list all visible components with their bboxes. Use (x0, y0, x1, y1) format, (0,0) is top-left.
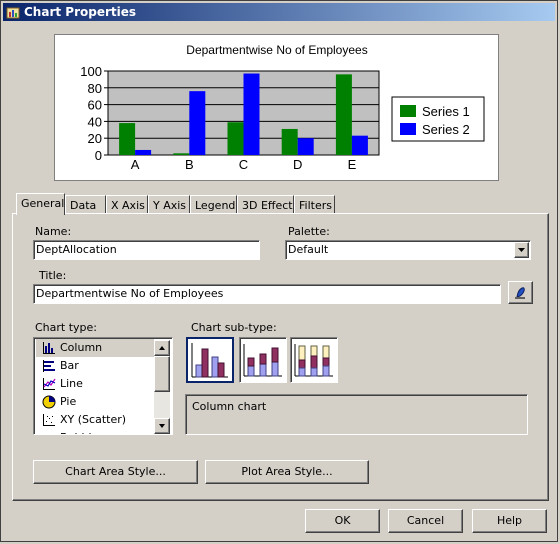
chart-type-list[interactable]: Column Bar Line Pie XY (Scatter) Bubble (33, 337, 173, 435)
chart-type-pie[interactable]: Pie (36, 393, 154, 411)
y-tick-label: 0 (95, 148, 102, 163)
scroll-up-button[interactable] (154, 340, 170, 356)
stacked-column-icon (243, 344, 282, 377)
bar-series-1-d (281, 128, 298, 155)
subtype-stacked-column[interactable] (239, 337, 287, 383)
scatter-chart-icon (43, 414, 55, 426)
chart-type-label-text: Bar (60, 359, 79, 372)
name-input[interactable]: DeptAllocation (33, 240, 260, 260)
chart-subtype-label: Chart sub-type: (191, 321, 277, 334)
chart-type-label-text: XY (Scatter) (60, 413, 127, 426)
chart-area-style-button[interactable]: Chart Area Style... (33, 460, 198, 484)
ok-button[interactable]: OK (305, 509, 380, 533)
chart-type-xy-scatter[interactable]: XY (Scatter) (36, 411, 154, 429)
legend-label-series-2: Series 2 (422, 122, 470, 137)
tab-data[interactable]: Data (65, 195, 106, 215)
tab-general[interactable]: General (16, 193, 65, 215)
legend-swatch-series-1 (400, 105, 416, 117)
bar-series-1-e (335, 74, 352, 155)
chart-title: Departmentwise No of Employees (186, 43, 367, 57)
tab-filters[interactable]: Filters (294, 195, 335, 215)
subtype-percent-stacked-column[interactable] (290, 337, 338, 383)
chart-type-scrollbar[interactable] (154, 340, 170, 434)
x-tick-label: B (185, 157, 194, 172)
title-input[interactable]: Departmentwise No of Employees (33, 284, 501, 304)
bar-series-2-a (135, 149, 152, 155)
line-chart-icon (43, 378, 56, 390)
title-bar: Chart Properties (3, 3, 555, 21)
subtype-clustered-column[interactable] (186, 337, 234, 383)
chevron-down-icon[interactable] (514, 242, 529, 258)
subtype-description-box: Column chart (185, 394, 528, 435)
chart-properties-icon (6, 7, 20, 19)
legend-swatch-series-2 (400, 123, 416, 135)
font-style-icon (515, 287, 525, 299)
column-chart-icon (43, 342, 55, 354)
window-title: Chart Properties (24, 5, 137, 19)
chart-preview-canvas: Departmentwise No of Employees 0 20 4060 80 1… (80, 43, 485, 172)
y-tick-label: 40 (88, 114, 102, 129)
bar-series-1-b (173, 153, 190, 155)
clustered-column-icon (191, 343, 228, 378)
tab-y-axis[interactable]: Y Axis (148, 195, 190, 215)
bar-series-1-c (227, 122, 244, 155)
chart-properties-dialog: Chart Properties Departmentwise No of Em… (0, 0, 558, 542)
percent-stacked-column-icon (294, 344, 333, 377)
bar-series-1-a (119, 123, 136, 155)
y-tick-label: 100 (80, 64, 102, 79)
cancel-button[interactable]: Cancel (388, 509, 463, 533)
tab-x-axis[interactable]: X Axis (106, 195, 148, 215)
subtype-description: Column chart (192, 400, 267, 413)
chart-type-label-text: Pie (60, 395, 77, 408)
y-tick-label: 20 (88, 131, 102, 146)
palette-select[interactable]: Default (285, 240, 531, 260)
x-tick-label: C (239, 157, 248, 172)
chart-type-label: Chart type: (35, 321, 98, 334)
x-tick-label: D (293, 157, 302, 172)
chart-type-bubble[interactable]: Bubble (36, 429, 154, 435)
scroll-thumb[interactable] (154, 356, 170, 392)
bar-series-2-c (243, 73, 260, 155)
title-label: Title: (39, 269, 67, 282)
legend-label-series-1: Series 1 (422, 104, 470, 119)
title-font-button[interactable] (508, 281, 533, 304)
arrow-up-icon (159, 346, 165, 350)
y-tick-label: 60 (88, 98, 102, 113)
x-tick-label: E (348, 157, 357, 172)
help-button[interactable]: Help (472, 509, 547, 533)
chart-type-label-text: Bubble (60, 431, 98, 434)
pie-chart-icon (42, 395, 56, 409)
bar-series-2-b (189, 91, 206, 155)
x-tick-label: A (131, 157, 140, 172)
y-tick-label: 80 (88, 81, 102, 96)
chart-type-line[interactable]: Line (36, 375, 154, 393)
chart-type-label-text: Line (60, 377, 83, 390)
chart-type-bar[interactable]: Bar (36, 357, 154, 375)
bar-series-2-d (297, 138, 314, 155)
chart-preview: Departmentwise No of Employees 0 20 40 60 80 1… (54, 34, 499, 181)
tab-3d-effect[interactable]: 3D Effect (237, 195, 294, 215)
chart-type-column[interactable]: Column (36, 339, 154, 357)
bubble-chart-icon (42, 431, 56, 435)
palette-label: Palette: (288, 225, 330, 238)
palette-value: Default (288, 243, 329, 256)
name-label: Name: (35, 225, 72, 238)
arrow-down-icon (159, 424, 165, 428)
chart-type-label-text: Column (60, 341, 103, 354)
bar-series-2-e (351, 135, 368, 155)
tab-legend[interactable]: Legend (190, 195, 237, 215)
scroll-down-button[interactable] (154, 418, 170, 434)
bar-chart-icon (43, 360, 55, 372)
plot-area-style-button[interactable]: Plot Area Style... (205, 460, 369, 484)
